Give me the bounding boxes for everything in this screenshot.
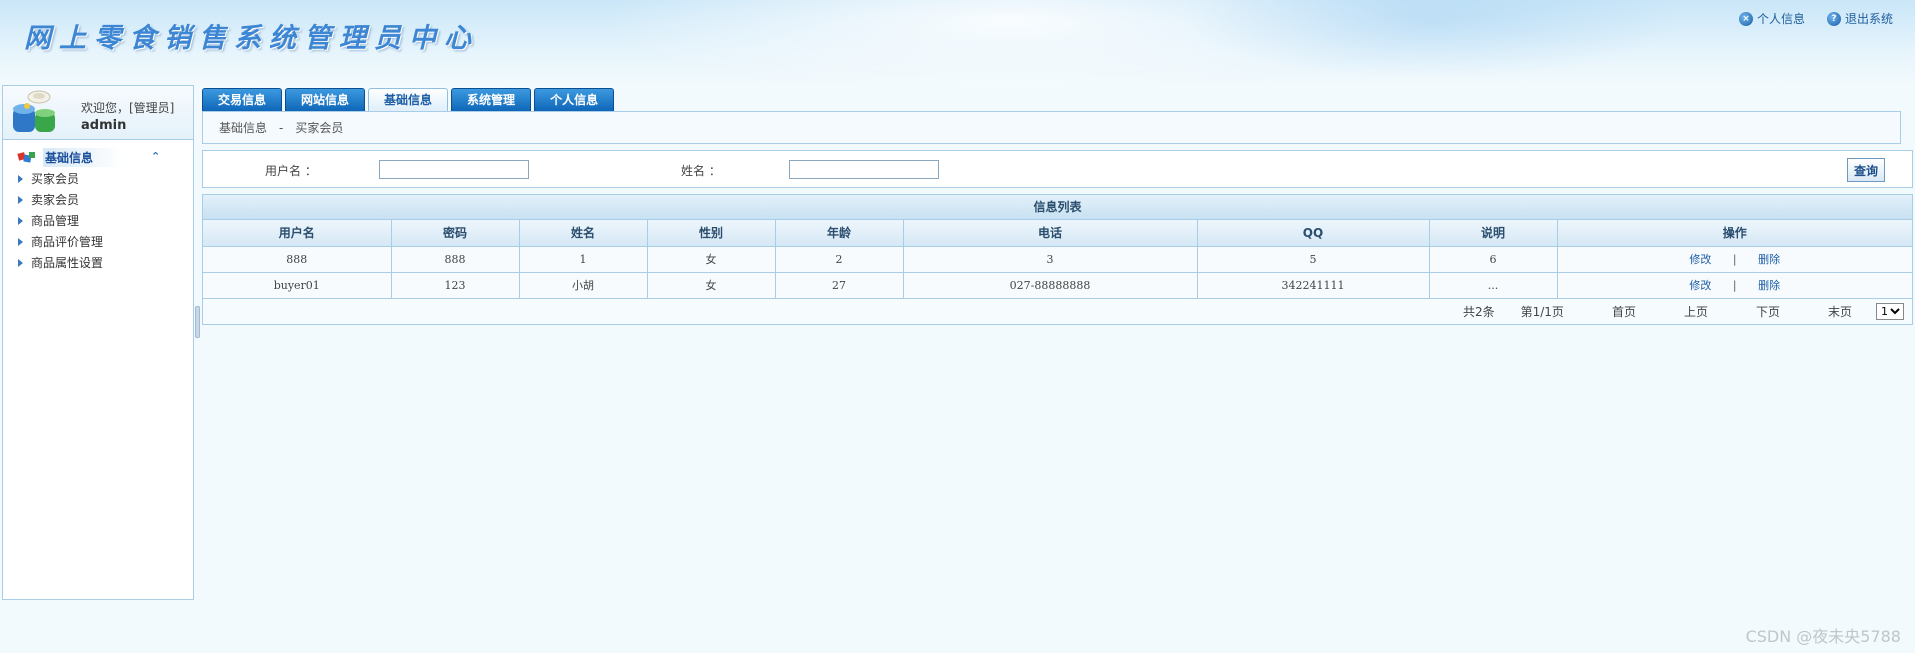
pagination: 共2条 第1/1页 首页 上页 下页 末页 1 (203, 299, 1912, 324)
action-separator: | (1732, 253, 1737, 266)
admin-avatar-icon (13, 90, 55, 132)
sidebar-item-product-reviews[interactable]: 商品评价管理 (3, 231, 193, 252)
breadcrumb-current: 买家会员 (295, 121, 344, 135)
sidebar-item-label: 商品管理 (31, 214, 80, 228)
col-gender: 性别 (647, 220, 776, 247)
system-title: 网上零食销售系统管理员中心 (24, 23, 479, 54)
tab-personal[interactable]: 个人信息 (534, 88, 615, 111)
col-name: 姓名 (519, 220, 648, 247)
logout-link[interactable]: ? 退出系统 (1826, 10, 1893, 27)
sidebar-item-seller-members[interactable]: 卖家会员 (3, 189, 193, 210)
action-separator: | (1732, 279, 1737, 292)
arrow-right-icon (18, 216, 23, 225)
cell-name: 小胡 (519, 272, 648, 299)
col-phone: 电话 (903, 220, 1198, 247)
cell-qq: 342241111 (1197, 272, 1430, 299)
arrow-right-icon (18, 237, 23, 246)
arrow-right-icon (18, 258, 23, 267)
cell-age: 27 (775, 272, 904, 299)
col-age: 年龄 (775, 220, 904, 247)
edit-link[interactable]: 修改 (1689, 253, 1711, 266)
col-username: 用户名 (203, 220, 392, 247)
cell-gender: 女 (647, 246, 776, 273)
sidebar-item-product-management[interactable]: 商品管理 (3, 210, 193, 231)
sidebar-item-label: 卖家会员 (31, 193, 80, 207)
top-links: × 个人信息 ? 退出系统 (1738, 10, 1893, 27)
table-header-row: 用户名 密码 姓名 性别 年龄 电话 QQ 说明 操作 (203, 220, 1912, 247)
menu-group-basic-info[interactable]: 基础信息 ⌃ (17, 146, 193, 168)
cell-qq: 5 (1197, 246, 1430, 273)
cell-note: ... (1429, 272, 1558, 299)
sidebar-splitter[interactable] (195, 306, 200, 338)
sidebar: 欢迎您，[管理员] admin 基础信息 ⌃ 买家会员 卖家会员 商品管理 商品… (2, 85, 194, 600)
col-note: 说明 (1429, 220, 1558, 247)
username-label: 用户名 ： (265, 164, 317, 178)
next-page-link[interactable]: 下页 (1756, 303, 1780, 320)
sidebar-item-label: 商品属性设置 (31, 256, 104, 270)
cell-note: 6 (1429, 246, 1558, 273)
breadcrumb: 基础信息 - 买家会员 (202, 111, 1901, 144)
buyer-table: 用户名 密码 姓名 性别 年龄 电话 QQ 说明 操作 888 888 1 女 … (203, 220, 1912, 299)
edit-link[interactable]: 修改 (1689, 279, 1711, 292)
menu-group-label: 基础信息 (43, 147, 124, 167)
arrow-right-icon (18, 174, 23, 183)
cell-age: 2 (775, 246, 904, 273)
main-tabs: 交易信息 网站信息 基础信息 系统管理 个人信息 (202, 88, 615, 112)
delete-link[interactable]: 删除 (1758, 279, 1780, 292)
user-box: 欢迎您，[管理员] admin (3, 86, 193, 140)
first-page-link[interactable]: 首页 (1612, 303, 1636, 320)
sidebar-item-buyer-members[interactable]: 买家会员 (3, 168, 193, 189)
close-circle-icon: × (1738, 11, 1753, 26)
table-row: 888 888 1 女 2 3 5 6 修改 | 删除 (203, 246, 1912, 273)
cubes-icon (17, 152, 35, 163)
cell-name: 1 (519, 246, 648, 273)
table-row: buyer01 123 小胡 女 27 027-88888888 3422411… (203, 272, 1912, 299)
tab-system[interactable]: 系统管理 (451, 88, 532, 111)
cell-password: 123 (391, 272, 520, 299)
logout-link-label: 退出系统 (1844, 12, 1893, 26)
search-panel: 用户名 ： 姓名 ： 查询 (202, 150, 1913, 188)
page-select[interactable]: 1 (1876, 302, 1904, 320)
cell-password: 888 (391, 246, 520, 273)
tab-basic-info[interactable]: 基础信息 (368, 88, 449, 112)
info-list-panel: 信息列表 用户名 密码 姓名 性别 年龄 电话 QQ 说明 操作 888 888 (202, 194, 1913, 325)
sidebar-item-label: 买家会员 (31, 172, 80, 186)
help-circle-icon: ? (1826, 11, 1841, 26)
last-page-link[interactable]: 末页 (1828, 303, 1852, 320)
table-caption: 信息列表 (203, 195, 1912, 220)
profile-link[interactable]: × 个人信息 (1738, 10, 1805, 27)
tab-website[interactable]: 网站信息 (285, 88, 366, 111)
collapse-up-icon[interactable]: ⌃ (151, 150, 160, 163)
cell-phone: 3 (903, 246, 1198, 273)
cell-phone: 027-88888888 (903, 272, 1198, 299)
tab-transactions[interactable]: 交易信息 (202, 88, 283, 111)
cell-username: 888 (203, 246, 392, 273)
delete-link[interactable]: 删除 (1758, 253, 1780, 266)
cell-actions: 修改 | 删除 (1557, 246, 1912, 273)
sidebar-item-product-attributes[interactable]: 商品属性设置 (3, 252, 193, 273)
sidebar-item-label: 商品评价管理 (31, 235, 104, 249)
arrow-right-icon (18, 195, 23, 204)
total-count: 共2条 (1462, 304, 1495, 319)
breadcrumb-parent: 基础信息 (219, 121, 268, 135)
col-actions: 操作 (1557, 220, 1912, 247)
username-text: admin (81, 118, 127, 133)
cell-username: buyer01 (203, 272, 392, 299)
profile-link-label: 个人信息 (1756, 12, 1805, 26)
cell-gender: 女 (647, 272, 776, 299)
header-banner: 网上零食销售系统管理员中心 × 个人信息 ? 退出系统 (0, 0, 1915, 86)
welcome-text: 欢迎您，[管理员] (81, 101, 175, 115)
query-button[interactable]: 查询 (1847, 158, 1885, 182)
page-info: 第1/1页 (1520, 304, 1564, 319)
col-qq: QQ (1197, 220, 1430, 247)
breadcrumb-separator: - (279, 120, 284, 135)
prev-page-link[interactable]: 上页 (1684, 303, 1708, 320)
cell-actions: 修改 | 删除 (1557, 272, 1912, 299)
name-search-input[interactable] (789, 160, 939, 179)
watermark: CSDN @夜未央5788 (1745, 627, 1901, 646)
name-label: 姓名 ： (681, 164, 721, 178)
col-password: 密码 (391, 220, 520, 247)
username-search-input[interactable] (379, 160, 529, 179)
